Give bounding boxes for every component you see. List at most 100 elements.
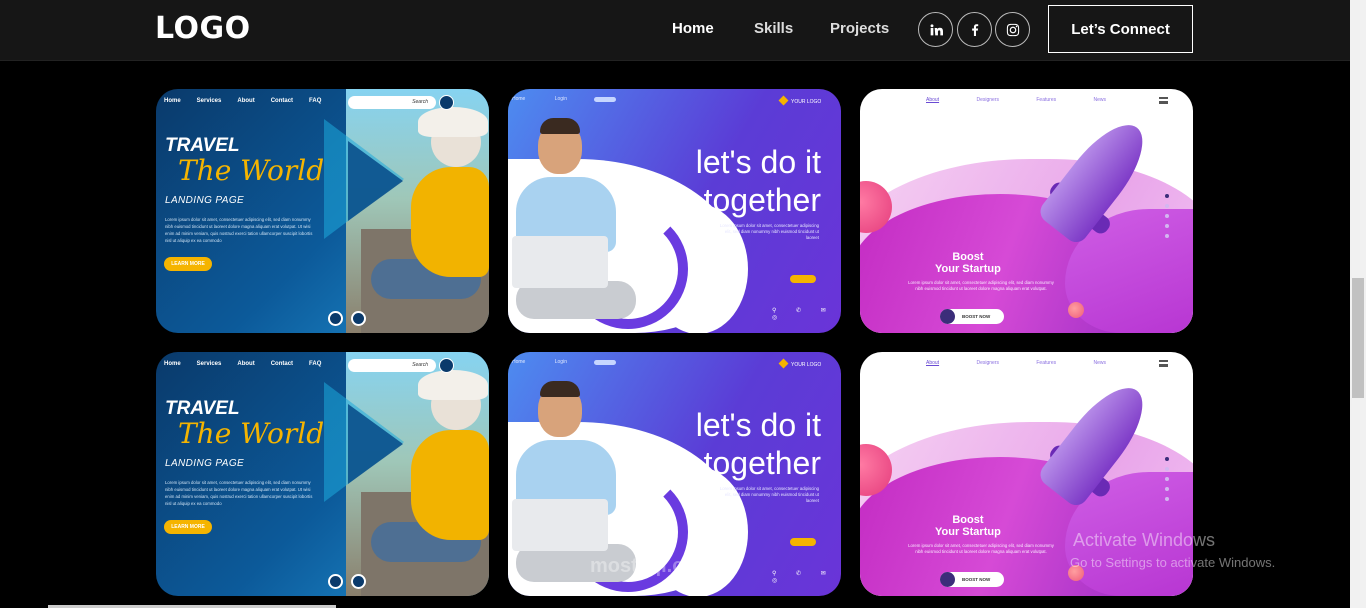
travel-body: Lorem ipsum dolor sit amet, consectetuer… <box>165 480 313 506</box>
project-card-boost[interactable]: About Designers Features News Boost Your… <box>860 89 1193 333</box>
together-brand-text: YOUR LOGO <box>791 362 822 368</box>
boost-nav-item: Designers <box>976 97 999 103</box>
together-brand: YOUR LOGO <box>778 358 822 369</box>
boost-nav-item: News <box>1093 97 1107 103</box>
nav-projects[interactable]: Projects <box>830 20 889 37</box>
hamburger-icon <box>1159 97 1168 104</box>
together-contact-icons: ⚲ ✆ ✉ ◎ <box>772 308 835 321</box>
boost-heading-line2: Your Startup <box>935 526 1001 538</box>
travel-subtitle: LANDING PAGE <box>165 458 245 469</box>
activate-windows-subtitle: Go to Settings to activate Windows. <box>1070 555 1276 570</box>
project-card-travel[interactable]: Home Services About Contact FAQ Search T… <box>156 89 489 333</box>
travel-learn-more: LEARN MORE <box>164 257 212 271</box>
slider-dots <box>1165 457 1170 507</box>
boost-nav-item: About <box>926 360 940 366</box>
boost-heading-line1: Boost <box>952 514 984 526</box>
boost-topnav: About Designers Features News <box>926 97 1142 103</box>
instagram-icon[interactable] <box>995 12 1030 47</box>
travel-body: Lorem ipsum dolor sit amet, consectetuer… <box>165 217 313 243</box>
boost-heading: Boost Your Startup <box>935 251 1001 275</box>
linkedin-icon[interactable] <box>918 12 953 47</box>
boost-topnav: About Designers Features News <box>926 360 1142 366</box>
travel-nav-item: FAQ <box>309 361 322 367</box>
travel-nav-item: About <box>237 361 255 367</box>
together-cta <box>790 275 816 283</box>
together-body: Lorem ipsum dolor sit amet, consectetuer… <box>719 223 819 240</box>
travel-title-script: The World <box>178 154 325 187</box>
travel-nav-item: About <box>237 98 255 104</box>
boost-nav-item: News <box>1093 360 1107 366</box>
boost-heading: Boost Your Startup <box>935 514 1001 538</box>
search-icon <box>439 358 454 373</box>
together-nav-item: Home <box>512 359 526 365</box>
together-heading-line2: together <box>703 445 821 481</box>
travel-search: Search <box>348 359 436 372</box>
together-nav-item: Login <box>554 96 567 102</box>
nav-home[interactable]: Home <box>672 20 714 37</box>
logo[interactable]: LOGO <box>155 11 251 46</box>
arrow-right-icon <box>351 311 366 326</box>
nav-skills[interactable]: Skills <box>754 20 793 37</box>
search-icon <box>439 95 454 110</box>
navbar: LOGO Home Skills Projects Let’s Connect <box>0 0 1350 61</box>
travel-girl-hat <box>418 107 488 137</box>
together-heading-line2: together <box>703 182 821 218</box>
together-contact-icons: ⚲ ✆ ✉ ◎ <box>772 571 835 584</box>
travel-nav-item: Home <box>164 361 181 367</box>
together-brand-text: YOUR LOGO <box>791 99 822 105</box>
travel-chevron-inner <box>348 404 403 484</box>
arrow-left-icon <box>328 311 343 326</box>
travel-girl-shirt <box>411 430 489 540</box>
project-card-travel[interactable]: Home Services About Contact FAQ Search T… <box>156 352 489 596</box>
boost-nav-item: Features <box>1036 97 1057 103</box>
arrow-right-icon <box>351 574 366 589</box>
travel-nav-item: Services <box>196 361 222 367</box>
planet-small-icon <box>1068 302 1084 318</box>
travel-topnav: Home Services About Contact FAQ <box>164 98 337 104</box>
together-heading: let's do it together <box>696 406 821 482</box>
travel-nav-item: Services <box>196 98 222 104</box>
travel-title-script: The World <box>178 417 325 450</box>
travel-nav-item: Contact <box>270 98 294 104</box>
activate-windows-title: Activate Windows <box>1073 530 1216 550</box>
together-nav-item: Login <box>554 359 567 365</box>
laptop-icon <box>512 499 608 551</box>
slider-dots <box>1165 194 1170 244</box>
boost-nav-item: Features <box>1036 360 1057 366</box>
together-nav-item: Home <box>512 96 526 102</box>
together-bar <box>594 97 616 102</box>
project-card-together[interactable]: Home Login YOUR LOGO let's do it togethe… <box>508 89 841 333</box>
travel-nav-item: Contact <box>270 361 294 367</box>
watermark: mostaql.com <box>590 555 714 577</box>
travel-topnav: Home Services About Contact FAQ <box>164 361 337 367</box>
scrollbar-thumb[interactable] <box>1352 278 1364 398</box>
together-body: Lorem ipsum dolor sit amet, consectetuer… <box>719 486 819 503</box>
lets-connect-button[interactable]: Let’s Connect <box>1048 5 1193 53</box>
together-brand: YOUR LOGO <box>778 95 822 106</box>
together-man-hair <box>540 381 580 397</box>
check-icon <box>940 309 955 324</box>
travel-learn-more: LEARN MORE <box>164 520 212 534</box>
together-man-hair <box>540 118 580 134</box>
facebook-icon[interactable] <box>957 12 992 47</box>
travel-girl-hat <box>418 370 488 400</box>
travel-search: Search <box>348 96 436 109</box>
check-icon <box>940 572 955 587</box>
boost-heading-line2: Your Startup <box>935 263 1001 275</box>
together-bar <box>594 360 616 365</box>
together-topnav: Home Login <box>512 359 595 365</box>
boost-body: Lorem ipsum dolor sit amet, consectetuer… <box>908 280 1054 291</box>
boost-nav-item: Designers <box>976 360 999 366</box>
travel-subtitle: LANDING PAGE <box>165 195 245 206</box>
boost-nav-item: About <box>926 97 940 103</box>
together-heading: let's do it together <box>696 143 821 219</box>
together-heading-line1: let's do it <box>695 407 821 443</box>
travel-nav-item: FAQ <box>309 98 322 104</box>
boost-heading-line1: Boost <box>952 251 984 263</box>
travel-girl-shirt <box>411 167 489 277</box>
arrow-left-icon <box>328 574 343 589</box>
together-heading-line1: let's do it <box>695 144 821 180</box>
laptop-icon <box>512 236 608 288</box>
together-topnav: Home Login <box>512 96 595 102</box>
together-cta <box>790 538 816 546</box>
